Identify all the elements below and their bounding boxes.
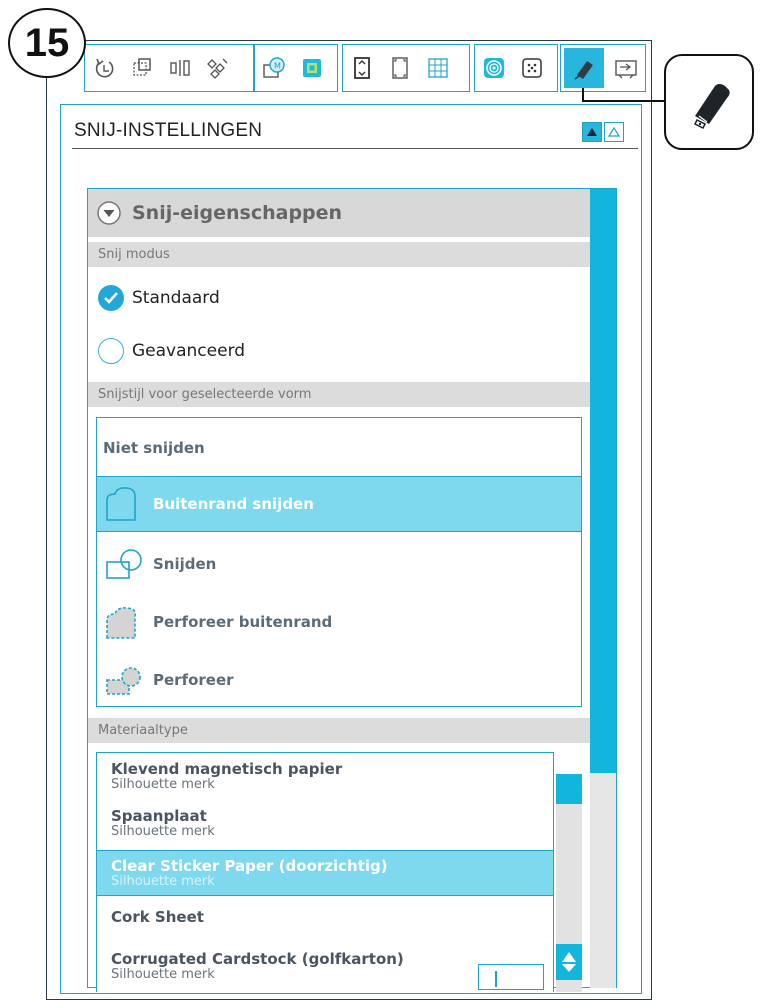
perforate-edge-icon	[103, 602, 153, 642]
collapse-all-button[interactable]	[582, 122, 602, 142]
material-brand: Silhouette merk	[111, 777, 215, 792]
cut-edge-icon	[103, 484, 153, 524]
collapse-chevron-icon[interactable]	[96, 200, 122, 226]
cut-settings-blade-icon[interactable]	[564, 48, 604, 88]
svg-text:M: M	[274, 62, 281, 71]
toolbar-group-cut	[560, 44, 646, 92]
material-item-selected[interactable]: Clear Sticker Paper (doorzichtig) Silhou…	[97, 850, 553, 896]
style-label: Snijden	[153, 555, 217, 573]
transform-icon[interactable]	[126, 52, 158, 84]
page-fit-icon[interactable]	[384, 52, 416, 84]
material-scrollbar-thumb[interactable]	[556, 774, 582, 804]
radio-advanced[interactable]: Geavanceerd	[98, 336, 245, 366]
partial-tooltip	[478, 964, 544, 990]
trace-icon[interactable]	[478, 52, 510, 84]
modify-icon[interactable]: M	[258, 52, 290, 84]
pixscan-icon[interactable]	[516, 52, 548, 84]
cut-icon	[103, 544, 153, 584]
style-cut-edge[interactable]: Buitenrand snijden	[97, 476, 581, 532]
page-setup-icon[interactable]	[346, 52, 378, 84]
align-icon[interactable]	[164, 52, 196, 84]
blade-icon	[693, 84, 730, 130]
radio-standard[interactable]: Standaard	[98, 283, 220, 313]
radio-unchecked-icon[interactable]	[98, 338, 124, 364]
material-item[interactable]: Cork Sheet	[97, 908, 553, 934]
replicate-icon[interactable]	[202, 52, 234, 84]
section-scrollbar-track[interactable]	[590, 773, 616, 988]
material-name: Spaanplaat	[111, 807, 207, 825]
send-to-cutter-icon[interactable]	[610, 52, 642, 84]
panel-title: SNIJ-INSTELLINGEN	[74, 120, 263, 141]
material-type-header: Materiaaltype	[88, 718, 590, 743]
cut-mode-header: Snij modus	[88, 242, 590, 267]
style-label: Buitenrand snijden	[153, 495, 314, 513]
section-header[interactable]: Snij-eigenschappen	[88, 189, 590, 237]
expand-all-button[interactable]	[604, 122, 624, 142]
material-name: Clear Sticker Paper (doorzichtig)	[111, 857, 388, 875]
callout-connector-line	[582, 100, 666, 102]
style-no-cut[interactable]: Niet snijden	[97, 420, 581, 476]
material-item[interactable]: Spaanplaat Silhouette merk	[97, 807, 553, 847]
toolbar-group-modify: M	[254, 44, 338, 92]
step-number-badge: 15	[8, 8, 86, 78]
material-scroll-arrows[interactable]	[556, 944, 582, 980]
scroll-down-icon[interactable]	[561, 963, 577, 973]
offset-icon[interactable]	[296, 52, 328, 84]
panel-title-underline	[72, 148, 638, 149]
material-name: Klevend magnetisch papier	[111, 760, 343, 778]
section-scrollbar-thumb[interactable]	[590, 189, 616, 773]
radio-checked-icon[interactable]	[98, 285, 124, 311]
style-perforate-edge[interactable]: Perforeer buitenrand	[97, 594, 581, 650]
blade-icon-callout	[664, 54, 754, 150]
material-brand: Silhouette merk	[111, 824, 215, 839]
style-label: Perforeer buitenrand	[153, 613, 333, 631]
style-cut[interactable]: Snijden	[97, 536, 581, 592]
section-title: Snij-eigenschappen	[132, 202, 343, 224]
rotate-icon[interactable]	[88, 52, 120, 84]
radio-label: Geavanceerd	[132, 341, 246, 361]
toolbar-group-transform	[84, 44, 254, 92]
cut-style-header: Snijstijl voor geselecteerde vorm	[88, 382, 590, 407]
material-brand: Silhouette merk	[111, 874, 215, 889]
material-name: Cork Sheet	[111, 908, 204, 926]
radio-label: Standaard	[132, 288, 220, 308]
material-item[interactable]: Klevend magnetisch papier Silhouette mer…	[97, 760, 553, 800]
scroll-up-icon[interactable]	[561, 951, 577, 963]
toolbar-group-page	[342, 44, 470, 92]
grid-icon[interactable]	[422, 52, 454, 84]
perforate-icon	[103, 660, 153, 700]
style-perforate[interactable]: Perforeer	[97, 652, 581, 708]
style-label: Perforeer	[153, 671, 234, 689]
style-label: Niet snijden	[103, 439, 205, 457]
toolbar-group-trace	[474, 44, 558, 92]
